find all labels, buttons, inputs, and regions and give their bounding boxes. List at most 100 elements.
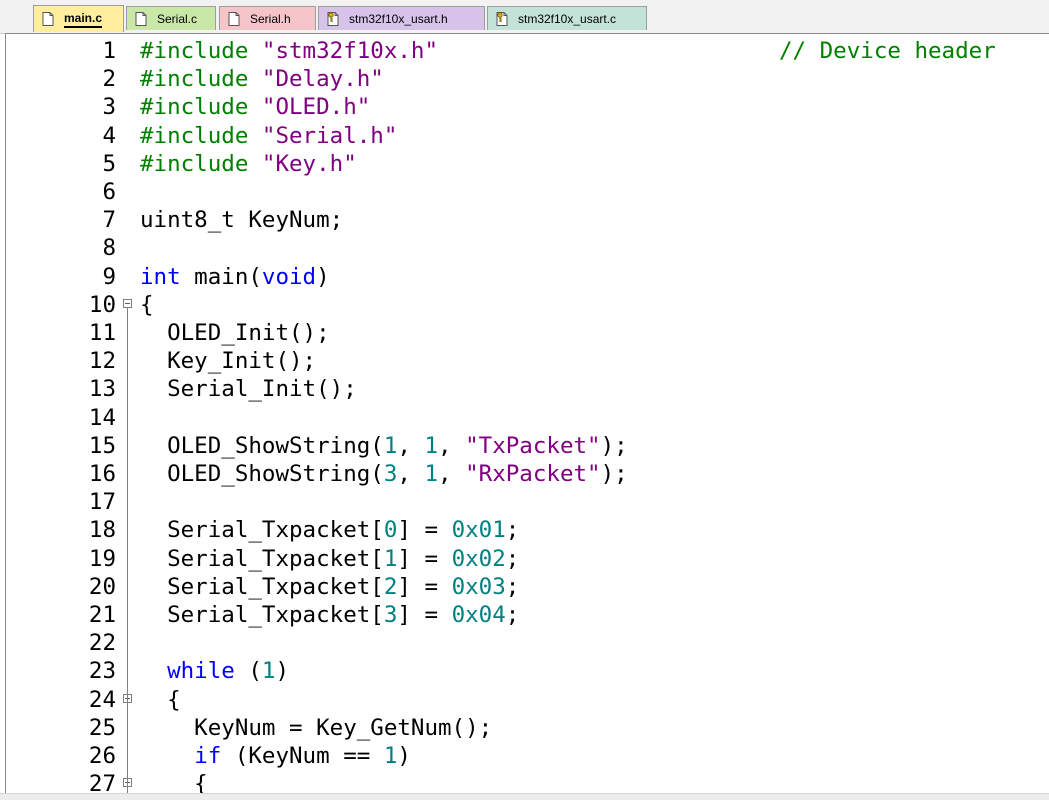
- code-token: Serial_Txpacket[: [140, 573, 384, 600]
- line-number: 8: [102, 235, 116, 262]
- code-line[interactable]: 7 uint8_t KeyNum;: [6, 206, 1049, 234]
- line-number: 5: [102, 150, 116, 177]
- tab-main-c[interactable]: main.c: [33, 5, 124, 32]
- code-text: {: [140, 770, 208, 793]
- line-number: 26: [88, 743, 116, 769]
- tab-serial-c[interactable]: Serial.c: [126, 6, 216, 30]
- tab-serial-h[interactable]: Serial.h: [219, 6, 316, 30]
- code-token: if: [194, 743, 222, 769]
- line-number: 14: [88, 404, 116, 431]
- code-text: #include "Serial.h": [140, 122, 397, 150]
- code-text: {: [140, 686, 181, 714]
- line-number: 9: [102, 263, 116, 290]
- line-number: 13: [88, 376, 116, 403]
- code-token: OLED_Init();: [140, 320, 330, 346]
- code-line[interactable]: 12 Key_Init();: [6, 347, 1049, 375]
- code-token: Serial_Init();: [140, 376, 357, 403]
- code-token: "RxPacket": [465, 461, 601, 487]
- code-comment: // Device header: [779, 38, 996, 64]
- line-number: 27: [88, 771, 116, 793]
- code-token: #include: [140, 66, 262, 93]
- tab-label: stm32f10x_usart.c: [518, 11, 617, 26]
- code-line[interactable]: 5 #include "Key.h": [6, 150, 1049, 178]
- code-token: KeyNum = Key_GetNum();: [140, 714, 493, 741]
- code-token: ,: [438, 461, 466, 487]
- code-text: OLED_Init();: [140, 319, 330, 347]
- code-line[interactable]: 4 #include "Serial.h": [6, 122, 1049, 150]
- code-line[interactable]: 26 if (KeyNum == 1): [6, 742, 1049, 770]
- file-icon: [40, 11, 56, 27]
- line-number: 20: [88, 573, 116, 600]
- code-token: int: [140, 263, 181, 290]
- code-text: {: [140, 291, 154, 319]
- tab-stm32f10x-usart-c[interactable]: stm32f10x_usart.c: [487, 6, 647, 30]
- code-token: #include: [140, 94, 262, 121]
- code-token: );: [600, 461, 628, 487]
- code-line[interactable]: 1 #include "stm32f10x.h" // Device header: [6, 37, 1049, 65]
- code-line[interactable]: 27 {: [6, 770, 1049, 793]
- code-token: 1: [383, 432, 398, 459]
- line-number: 3: [102, 94, 116, 121]
- code-token: "Delay.h": [261, 66, 384, 93]
- code-line[interactable]: 19 Serial_Txpacket[1] = 0x02;: [6, 545, 1049, 573]
- code-line[interactable]: 3 #include "OLED.h": [6, 93, 1049, 121]
- code-line[interactable]: 6: [6, 178, 1049, 206]
- fold-guide-line: [127, 307, 128, 793]
- code-token: 1: [424, 432, 439, 459]
- code-line[interactable]: 16 OLED_ShowString(3, 1, "RxPacket");: [6, 460, 1049, 488]
- code-token: Serial_Txpacket[: [140, 602, 384, 628]
- code-line[interactable]: 8: [6, 234, 1049, 262]
- fold-collapse-icon[interactable]: [123, 298, 132, 308]
- code-line[interactable]: 10 {: [6, 291, 1049, 319]
- line-number: 24: [88, 686, 116, 713]
- file-icon: [133, 11, 149, 27]
- code-line[interactable]: 23 while (1): [6, 657, 1049, 685]
- line-number: 25: [88, 714, 116, 741]
- code-token: "TxPacket": [465, 432, 601, 459]
- code-token: "OLED.h": [261, 94, 371, 121]
- tab-stm32f10x-usart-h[interactable]: stm32f10x_usart.h: [318, 6, 485, 30]
- code-text: #include "Delay.h": [140, 65, 384, 93]
- code-line[interactable]: 11 OLED_Init();: [6, 319, 1049, 347]
- line-number: 16: [88, 461, 116, 487]
- code-line[interactable]: 2 #include "Delay.h": [6, 65, 1049, 93]
- code-line[interactable]: 20 Serial_Txpacket[2] = 0x03;: [6, 573, 1049, 601]
- code-line[interactable]: 13 Serial_Init();: [6, 375, 1049, 403]
- code-token: ] =: [397, 545, 452, 572]
- code-editor[interactable]: 1 #include "stm32f10x.h"// Device header 2…: [5, 33, 1049, 793]
- line-number: 2: [102, 66, 116, 93]
- horizontal-scrollbar[interactable]: [0, 793, 1049, 800]
- code-text: Serial_Txpacket[0] = 0x01;: [140, 516, 519, 544]
- tab-label: Serial.c: [157, 11, 198, 26]
- code-line[interactable]: 22: [6, 629, 1049, 657]
- file-tab-bar: main.c Serial.c Serial.h stm32f10x_usart.h s…: [0, 0, 1049, 34]
- code-token: (KeyNum ==: [221, 743, 384, 769]
- line-number: 21: [88, 602, 116, 628]
- code-text: #include "Key.h": [140, 150, 357, 178]
- code-token: main(: [180, 263, 262, 290]
- code-text: int main(void): [140, 263, 330, 291]
- code-token: 0x04: [451, 602, 506, 628]
- code-line[interactable]: 21 Serial_Txpacket[3] = 0x04;: [6, 601, 1049, 629]
- code-token: ] =: [397, 517, 452, 544]
- code-token: ,: [438, 432, 466, 459]
- tab-label: stm32f10x_usart.h: [349, 11, 448, 26]
- code-line[interactable]: 14: [6, 404, 1049, 432]
- code-line[interactable]: 17: [6, 488, 1049, 516]
- code-token: ,: [397, 432, 425, 459]
- code-token: while: [167, 658, 235, 685]
- code-line[interactable]: 24 {: [6, 686, 1049, 714]
- tab-label: main.c: [64, 11, 103, 28]
- code-line[interactable]: 25 KeyNum = Key_GetNum();: [6, 714, 1049, 742]
- code-token: 0x02: [451, 545, 506, 572]
- line-number: 12: [88, 348, 116, 375]
- code-line[interactable]: 9 int main(void): [6, 263, 1049, 291]
- code-text: uint8_t KeyNum;: [140, 206, 343, 234]
- code-token: ,: [397, 461, 425, 487]
- code-token: Key_Init();: [140, 348, 317, 375]
- code-line[interactable]: 15 OLED_ShowString(1, 1, "TxPacket");: [6, 432, 1049, 460]
- code-line[interactable]: 18 Serial_Txpacket[0] = 0x01;: [6, 516, 1049, 544]
- line-number: 17: [88, 489, 116, 516]
- code-token: (: [234, 658, 262, 685]
